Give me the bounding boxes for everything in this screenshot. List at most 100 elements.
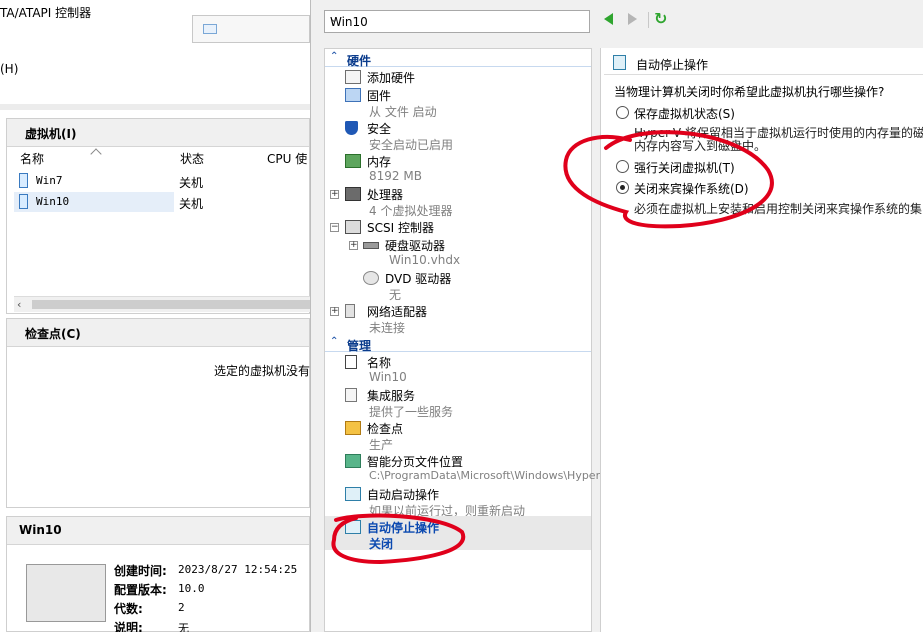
integration-services-icon (345, 388, 357, 402)
column-header-cpu[interactable]: CPU 使 (267, 150, 307, 167)
chevron-down-icon: ⌄ (330, 14, 339, 25)
name-icon (345, 355, 357, 369)
tree-item-firmware[interactable]: 固件 从 文件 启动 (325, 84, 591, 119)
vm-name: Win7 (36, 174, 63, 187)
collapse-chevron-icon[interactable]: ⌃ (330, 51, 338, 62)
collapse-icon[interactable]: − (330, 223, 339, 232)
scrollbar-thumb[interactable] (32, 300, 310, 309)
vm-state: 关机 (179, 176, 204, 190)
hard-drive-icon (363, 242, 379, 249)
vm-icon (19, 194, 28, 209)
tree-item-label: 处理器 (367, 188, 404, 202)
shutdown-description: 必须在虚拟机上安装和启用控制关闭来宾操作系统的集 (634, 202, 923, 216)
back-arrow-icon[interactable] (604, 13, 613, 25)
vm-selector-dropdown[interactable]: Win10 ⌄ (324, 10, 590, 33)
vm-column-headers: 名称 状态 CPU 使 (14, 146, 310, 168)
network-adapter-icon (345, 304, 355, 318)
radio-label-shutdown-guest[interactable]: 关闭来宾操作系统(D) (634, 180, 749, 197)
tree-item-label: 网络适配器 (367, 305, 428, 319)
tree-item-security[interactable]: 安全 安全启动已启用 (325, 117, 591, 152)
tree-item-sublabel: C:\ProgramData\Microsoft\Windows\Hyper-V (369, 469, 611, 482)
window-icon (203, 24, 217, 34)
tree-item-integration-services[interactable]: 集成服务 提供了一些服务 (325, 384, 591, 419)
checkpoint-panel-title: 检查点(C) (7, 319, 309, 347)
scsi-icon (345, 220, 361, 234)
toolbar-separator (648, 12, 649, 28)
memory-icon (345, 154, 361, 168)
tree-item-label: 内存 (367, 155, 392, 169)
detail-value: 2023/8/27 12:54:25 (178, 563, 298, 576)
radio-turn-off[interactable] (616, 160, 629, 173)
checkpoint-icon (345, 421, 361, 435)
detail-label: 说明: (114, 621, 143, 632)
vm-row-win10[interactable]: Win10 (14, 192, 174, 212)
tree-item-dvd-drive[interactable]: DVD 驱动器 无 (325, 267, 591, 302)
tree-item-memory[interactable]: 内存 8192 MB (325, 150, 591, 184)
vm-panel-title: 虚拟机(I) (7, 119, 309, 147)
processor-icon (345, 187, 361, 201)
detail-value: 2 (178, 601, 185, 614)
pane-separator (604, 74, 923, 75)
add-hardware-icon (345, 70, 361, 84)
tree-item-label: 检查点 (367, 422, 404, 436)
vm-icon (19, 173, 28, 188)
refresh-icon[interactable]: ↻ (654, 10, 672, 28)
expand-icon[interactable]: + (330, 307, 339, 316)
expand-icon[interactable]: + (330, 190, 339, 199)
collapse-chevron-icon[interactable]: ⌃ (330, 336, 338, 347)
radio-shutdown-guest[interactable] (616, 181, 629, 194)
window-title-fragment: TA/ATAPI 控制器 (0, 6, 92, 20)
tree-item-auto-stop[interactable]: 自动停止操作 关闭 (325, 516, 591, 551)
auto-stop-icon (345, 520, 361, 534)
detail-label: 代数: (114, 602, 143, 616)
tree-item-label: 安全 (367, 122, 392, 136)
tree-item-network-adapter[interactable]: + 网络适配器 未连接 (325, 300, 591, 335)
detail-label: 创建时间: (114, 564, 167, 578)
tree-item-sublabel: Win10 (369, 370, 407, 384)
auto-start-icon (345, 487, 361, 501)
tree-item-label: 固件 (367, 89, 392, 103)
sort-ascending-icon (90, 148, 102, 160)
auto-stop-icon (613, 55, 626, 70)
section-management[interactable]: ⌃ 管理 (325, 336, 591, 353)
checkpoint-panel: 检查点(C) (6, 318, 310, 508)
tree-item-label: DVD 驱动器 (385, 272, 452, 286)
radio-label-save-state[interactable]: 保存虚拟机状态(S) (634, 105, 735, 122)
vm-name: Win10 (36, 195, 70, 208)
save-state-description-2: 内存内容写入到磁盘中。 (634, 139, 767, 153)
tree-item-label: 自动停止操作 (367, 521, 440, 535)
tree-item-label: 名称 (367, 356, 392, 370)
column-header-name[interactable]: 名称 (20, 150, 44, 167)
tree-item-label: 硬盘驱动器 (385, 239, 446, 253)
tree-item-name[interactable]: 名称 Win10 (325, 351, 591, 385)
tree-item-sublabel: 8192 MB (369, 169, 422, 183)
checkpoint-empty-text: 选定的虚拟机没有 (214, 364, 311, 378)
vm-row-win7[interactable]: Win7 (14, 171, 174, 191)
tree-item-hard-drive[interactable]: + 硬盘驱动器 Win10.vhdx (325, 234, 591, 268)
tree-item-processor[interactable]: + 处理器 4 个虚拟处理器 (325, 183, 591, 218)
tree-item-scsi-controller[interactable]: − SCSI 控制器 (325, 216, 591, 235)
forward-arrow-icon[interactable] (628, 13, 637, 25)
tree-item-auto-start[interactable]: 自动启动操作 如果以前运行过，则重新启动 (325, 483, 591, 518)
radio-save-state[interactable] (616, 106, 629, 119)
separator (0, 104, 310, 110)
tree-item-label: 智能分页文件位置 (367, 455, 464, 469)
detail-value: 10.0 (178, 582, 205, 595)
tree-item-sublabel: 未连接 (369, 321, 406, 335)
paging-file-icon (345, 454, 361, 468)
scroll-left-icon[interactable]: ‹ (17, 298, 21, 311)
section-hardware[interactable]: ⌃ 硬件 (325, 51, 591, 68)
horizontal-scrollbar[interactable]: ‹ (14, 296, 310, 312)
taskbar-window-button[interactable] (192, 15, 310, 43)
radio-label-turn-off[interactable]: 强行关闭虚拟机(T) (634, 159, 735, 176)
tree-item-smart-paging[interactable]: 智能分页文件位置 C:\ProgramData\Microsoft\Window… (325, 450, 610, 484)
column-header-state[interactable]: 状态 (180, 150, 204, 167)
detail-label: 配置版本: (114, 583, 167, 597)
expand-icon[interactable]: + (349, 241, 358, 250)
help-menu[interactable]: (H) (0, 62, 18, 76)
tree-item-checkpoints[interactable]: 检查点 生产 (325, 417, 591, 452)
vm-thumbnail (26, 564, 106, 622)
pane-question: 当物理计算机关闭时你希望此虚拟机执行哪些操作? (614, 85, 885, 99)
tree-item-sublabel: 关闭 (369, 537, 394, 551)
shield-icon (345, 121, 358, 135)
